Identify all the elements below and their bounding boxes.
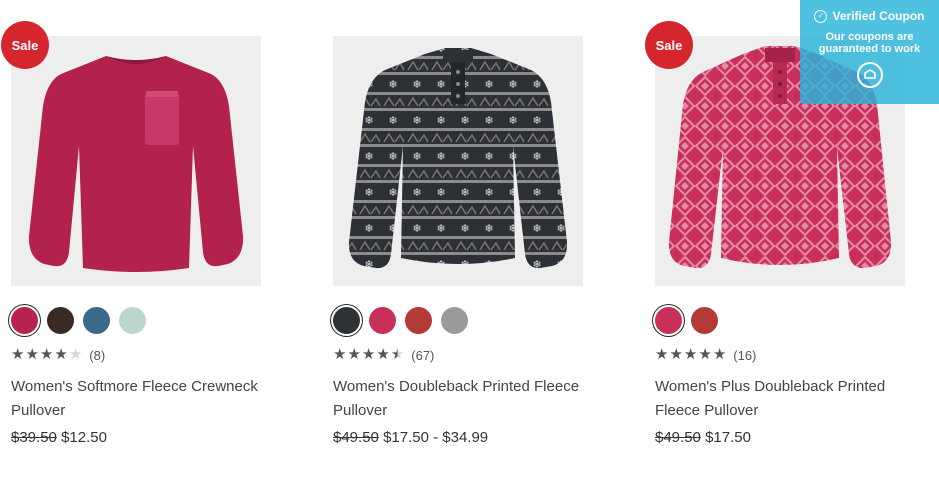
verified-coupon-widget[interactable]: ✓ Verified Coupon Our coupons are guaran… (800, 0, 939, 104)
product-price: $49.50 $17.50 - $34.99 (333, 428, 488, 448)
original-price: $39.50 (11, 429, 57, 446)
swatch-color-3[interactable] (405, 307, 432, 334)
product-title-line1: Women's Softmore Fleece Crewneck (11, 378, 258, 395)
star-icon: ★ (376, 346, 390, 363)
product-title[interactable]: Women's Plus Doubleback Printed Fleece P… (655, 375, 925, 423)
product-title-line2: Pullover (333, 402, 388, 419)
star-rating[interactable]: ★ ★ ★ ★ ★ (67) (333, 346, 434, 364)
star-icon: ★ (333, 346, 347, 363)
product-title-line1: Women's Doubleback Printed Fleece (333, 378, 580, 395)
color-swatches (333, 307, 468, 334)
crewneck-sweater-illustration (11, 36, 261, 286)
product-title-line1: Women's Plus Doubleback Printed (655, 378, 886, 395)
star-rating[interactable]: ★ ★ ★ ★ ★ (8) (11, 346, 105, 364)
swatch-color-2[interactable] (691, 307, 718, 334)
review-count: (67) (411, 347, 435, 363)
review-count: (8) (89, 347, 106, 363)
star-icon: ★ (361, 346, 376, 363)
star-icon: ★ (11, 346, 25, 363)
swatch-color-1[interactable] (655, 307, 682, 334)
stars: ★ ★ ★ ★ ★ (11, 346, 82, 364)
star-icon: ★ (54, 346, 68, 363)
star-icon: ★ (39, 346, 54, 363)
star-icon: ★ (390, 346, 405, 363)
swatch-color-1[interactable] (11, 307, 38, 334)
product-price: $39.50 $12.50 (11, 428, 107, 448)
review-count: (16) (733, 347, 757, 363)
sale-price: $12.50 (61, 429, 107, 446)
product-title[interactable]: Women's Softmore Fleece Crewneck Pullove… (11, 375, 281, 423)
swatch-color-2[interactable] (369, 307, 396, 334)
product-price: $49.50 $17.50 (655, 428, 751, 448)
coupon-subtitle-line1: Our coupons are (825, 31, 914, 43)
swatch-color-1[interactable] (333, 307, 360, 334)
product-title[interactable]: Women's Doubleback Printed Fleece Pullov… (333, 375, 603, 423)
star-icon: ★ (698, 346, 712, 363)
swatch-color-4[interactable] (119, 307, 146, 334)
sale-price: $17.50 - $34.99 (383, 429, 489, 446)
product-image[interactable] (11, 36, 261, 286)
swatch-color-4[interactable] (441, 307, 468, 334)
product-image[interactable]: ❄ (333, 36, 583, 286)
coupon-title: Verified Coupon (832, 9, 925, 23)
star-icon: ★ (25, 346, 39, 363)
stars: ★ ★ ★ ★ ★ (333, 346, 404, 364)
product-title-line2: Fleece Pullover (655, 402, 759, 419)
coupon-logo-icon[interactable] (856, 62, 883, 88)
sale-badge: Sale (1, 21, 49, 69)
stars: ★ ★ ★ ★ ★ (655, 346, 726, 364)
product-title-line2: Pullover (11, 402, 66, 419)
star-icon: ★ (347, 346, 361, 363)
sale-badge: Sale (645, 21, 693, 69)
original-price: $49.50 (333, 429, 379, 446)
color-swatches (655, 307, 718, 334)
swatch-color-3[interactable] (83, 307, 110, 334)
sale-price: $17.50 (705, 429, 751, 446)
star-icon: ★ (683, 346, 698, 363)
star-icon: ★ (68, 346, 83, 363)
check-circle-icon: ✓ (814, 9, 828, 23)
coupon-subtitle: Our coupons are guaranteed to work (800, 31, 939, 55)
star-icon: ★ (712, 346, 727, 363)
printed-fleece-pullover-illustration: ❄ (333, 36, 583, 286)
star-icon: ★ (669, 346, 683, 363)
coupon-subtitle-line2: guaranteed to work (818, 43, 921, 55)
star-rating[interactable]: ★ ★ ★ ★ ★ (16) (655, 346, 756, 364)
color-swatches (11, 307, 146, 334)
coupon-header: ✓ Verified Coupon (800, 9, 939, 23)
star-icon: ★ (655, 346, 669, 363)
swatch-color-2[interactable] (47, 307, 74, 334)
original-price: $49.50 (655, 429, 701, 446)
